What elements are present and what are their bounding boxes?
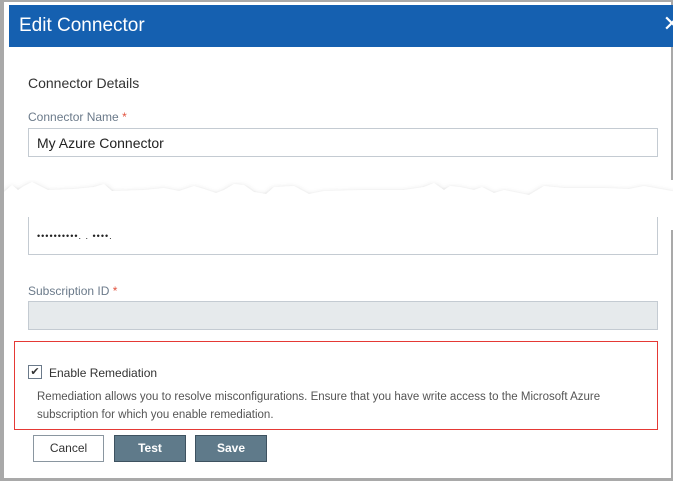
enable-remediation-checkbox[interactable]: ✔ [28, 365, 42, 379]
dialog-header: Edit Connector ✕ [9, 5, 673, 47]
close-icon[interactable]: ✕ [663, 11, 673, 37]
checkmark-icon: ✔ [30, 366, 40, 378]
subscription-id-input[interactable] [28, 301, 658, 330]
subscription-id-label: Subscription ID * [28, 284, 118, 298]
dialog-title: Edit Connector [19, 15, 145, 36]
enable-remediation-label[interactable]: Enable Remediation [49, 366, 157, 380]
cancel-button[interactable]: Cancel [33, 435, 104, 462]
secret-input[interactable]: ••••••••••. . ••••. [28, 217, 658, 255]
test-button[interactable]: Test [114, 435, 186, 462]
remediation-description: Remediation allows you to resolve miscon… [37, 391, 601, 421]
connector-name-input[interactable]: My Azure Connector [28, 128, 658, 157]
section-title: Connector Details [28, 75, 140, 91]
connector-name-label: Connector Name * [28, 110, 127, 124]
save-button[interactable]: Save [195, 435, 267, 462]
